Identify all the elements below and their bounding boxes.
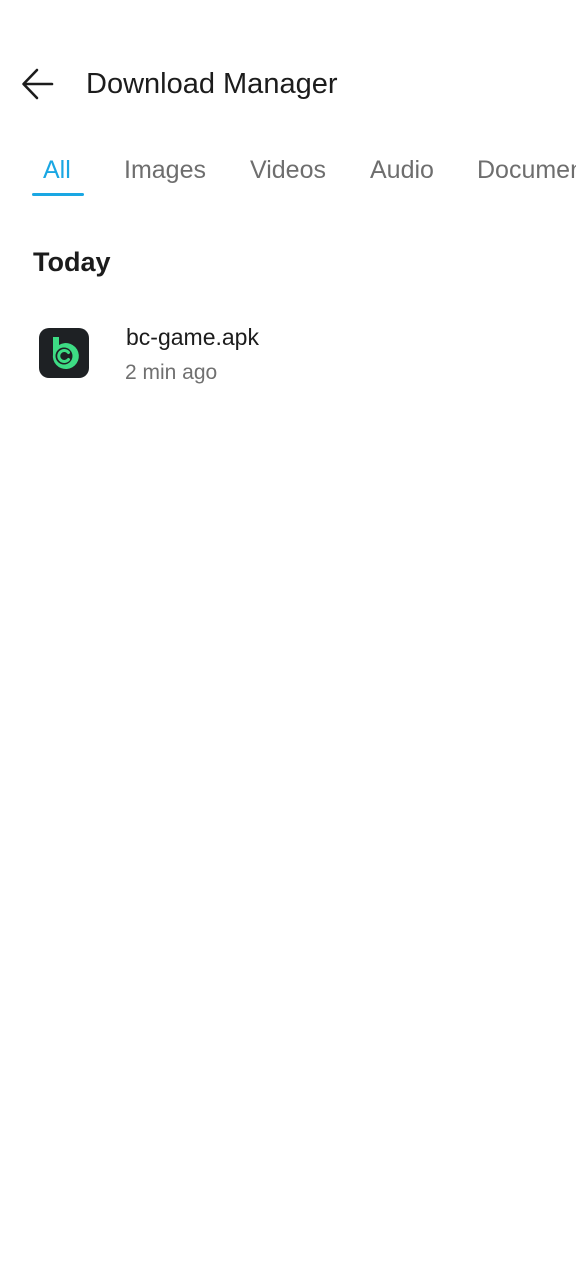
- app-header: Download Manager: [0, 0, 576, 160]
- bc-logo-icon: [52, 337, 79, 370]
- page-title: Download Manager: [86, 68, 338, 100]
- tab-images[interactable]: Images: [124, 150, 206, 196]
- bc-game-app-icon: [39, 328, 89, 378]
- file-timestamp: 2 min ago: [125, 361, 218, 384]
- tab-audio[interactable]: Audio: [370, 150, 434, 196]
- back-button[interactable]: [14, 60, 62, 108]
- file-name: bc-game.apk: [126, 324, 259, 350]
- arrow-left-icon: [22, 68, 54, 100]
- download-item[interactable]: bc-game.apk 2 min ago: [0, 312, 576, 396]
- tab-documents[interactable]: Documents: [477, 150, 576, 196]
- tab-videos[interactable]: Videos: [250, 150, 326, 196]
- section-title-today: Today: [33, 247, 111, 277]
- active-tab-indicator: [32, 193, 84, 196]
- tab-all[interactable]: All: [43, 150, 71, 196]
- category-tabs: All Images Videos Audio Documents: [0, 150, 576, 200]
